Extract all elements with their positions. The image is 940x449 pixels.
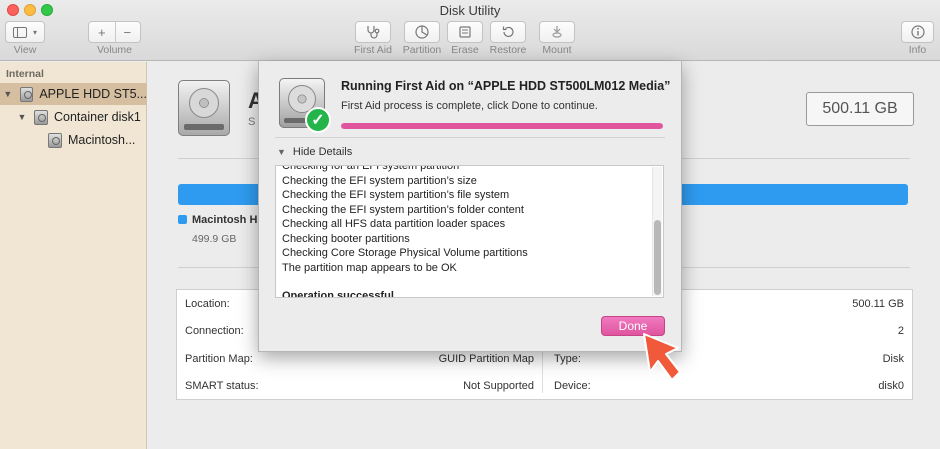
container-icon (34, 109, 48, 125)
progress-bar (341, 123, 663, 129)
details-log[interactable]: Checking for an EFI system partition Che… (275, 165, 664, 298)
pointer-arrow-icon (643, 333, 681, 381)
toolbar: Disk Utility ▾ View + − Volume First Aid… (0, 0, 940, 61)
first-aid-button[interactable] (355, 21, 391, 43)
mount-label: Mount (542, 44, 572, 56)
disclosure-triangle-icon[interactable]: ▼ (16, 112, 28, 122)
info-button[interactable] (901, 21, 934, 43)
restore-icon (502, 26, 514, 38)
first-aid-label: First Aid (354, 44, 392, 56)
location-label: Location: (185, 298, 230, 310)
log-result: Operation successful. (282, 290, 397, 298)
log-line: Checking the EFI system partition’s file… (282, 189, 510, 201)
type-value: Disk (882, 353, 904, 365)
hide-details-toggle[interactable]: ▼ Hide Details (277, 146, 352, 158)
log-line: Checking the EFI system partition’s size (282, 174, 477, 187)
view-button[interactable]: ▾ (5, 21, 45, 43)
partition-map-value: GUID Partition Map (438, 353, 534, 365)
add-volume-icon[interactable]: + (89, 25, 115, 40)
disk-subtitle: S (248, 116, 256, 128)
device-value: disk0 (878, 380, 904, 392)
legend-swatch (178, 215, 187, 224)
window-title: Disk Utility (439, 3, 501, 18)
stethoscope-icon (367, 26, 380, 39)
hide-details-label: Hide Details (292, 146, 353, 158)
legend-volume-name: Macintosh HD (192, 214, 266, 226)
partition-map-label: Partition Map: (185, 353, 253, 365)
partition-label: Partition (402, 44, 442, 56)
progress-fill (341, 123, 663, 129)
smart-status-value: Not Supported (463, 380, 534, 392)
log-scroll-thumb[interactable] (654, 220, 661, 295)
sidebar-item-apple-hdd[interactable]: ▼ APPLE HDD ST5... (0, 83, 147, 105)
restore-label: Restore (489, 44, 527, 56)
log-line: Checking for an EFI system partition (282, 165, 460, 172)
mount-button[interactable] (539, 21, 575, 43)
sheet-title: Running First Aid on “APPLE HDD ST500LM0… (341, 79, 671, 93)
sheet-message: First Aid process is complete, click Don… (341, 100, 598, 112)
view-label: View (13, 44, 37, 56)
remove-volume-icon[interactable]: − (115, 25, 141, 40)
hard-disk-icon (19, 86, 34, 102)
location-value: 500.11 GB (852, 298, 904, 310)
erase-label: Erase (451, 44, 479, 56)
partition-icon (415, 25, 429, 39)
log-line: Checking booter partitions (282, 232, 410, 245)
sidebar: Internal ▼ APPLE HDD ST5... ▼ Container … (0, 62, 147, 449)
volume-label: Volume (96, 44, 133, 56)
sidebar-icon (12, 26, 27, 38)
sidebar-section-internal: Internal (6, 68, 44, 80)
sidebar-item-container-disk1[interactable]: ▼ Container disk1 (0, 106, 147, 128)
erase-button[interactable] (447, 21, 483, 43)
disclosure-triangle-icon: ▼ (277, 147, 286, 157)
partition-button[interactable] (404, 21, 440, 43)
connection-value: 2 (897, 325, 904, 337)
sidebar-item-label: APPLE HDD ST5... (39, 87, 147, 101)
checkmark-icon: ✓ (305, 107, 331, 133)
log-line: Checking Core Storage Physical Volume pa… (282, 247, 528, 259)
volume-icon (48, 132, 62, 148)
first-aid-sheet: ✓ Running First Aid on “APPLE HDD ST500L… (258, 61, 682, 352)
log-line: Checking the EFI system partition’s fold… (282, 203, 524, 216)
smart-status-label: SMART status: (185, 380, 259, 392)
chevron-down-icon: ▾ (32, 27, 37, 37)
connection-label: Connection: (185, 325, 244, 337)
legend-volume-size: 499.9 GB (192, 233, 237, 245)
type-label: Type: (554, 353, 581, 365)
sidebar-item-label: Container disk1 (54, 110, 141, 124)
capacity-badge: 500.11 GB (806, 92, 914, 126)
disclosure-triangle-icon[interactable]: ▼ (2, 89, 14, 99)
mount-icon (552, 26, 562, 38)
sidebar-item-label: Macintosh... (68, 133, 136, 147)
device-label: Device: (554, 380, 591, 392)
info-icon (910, 25, 925, 39)
info-label: Info (908, 44, 927, 56)
eraser-icon (459, 26, 471, 38)
hard-disk-icon (178, 80, 230, 136)
log-line: Checking all HFS data partition loader s… (282, 218, 506, 230)
volume-segmented-control: + − (88, 21, 141, 43)
log-line: The partition map appears to be OK (282, 261, 457, 274)
restore-button[interactable] (490, 21, 526, 43)
sidebar-item-macintosh-hd[interactable]: Macintosh... (0, 129, 147, 151)
